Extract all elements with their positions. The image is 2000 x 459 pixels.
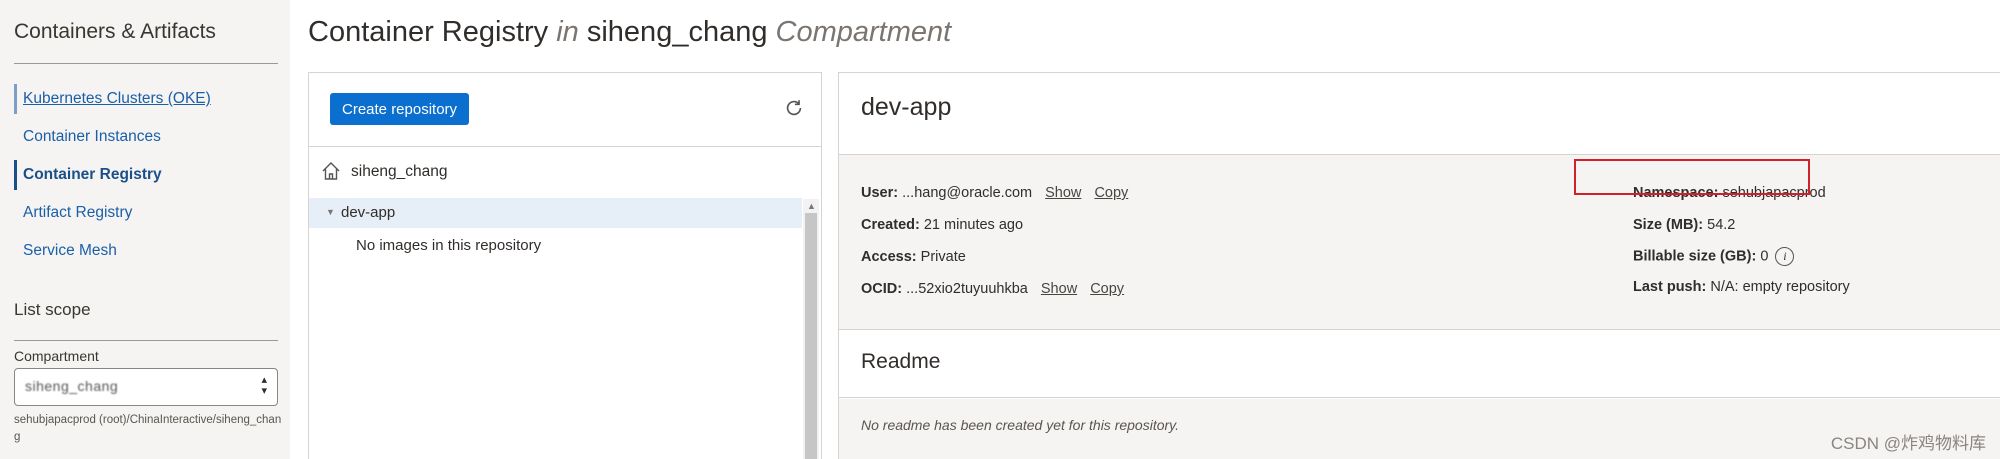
repository-info: User: ...hang@oracle.com Show Copy Creat…: [839, 155, 2000, 330]
tree-root-row[interactable]: siheng_chang: [309, 147, 821, 197]
readme-empty-message: No readme has been created yet for this …: [861, 417, 1180, 433]
tree-item-dev-app[interactable]: ▼ dev-app: [309, 198, 802, 228]
sidebar-item-artifact-registry[interactable]: Artifact Registry: [14, 194, 278, 232]
size-row: Size (MB): 54.2: [1633, 217, 1735, 233]
caret-down-icon[interactable]: ▼: [326, 207, 335, 217]
page-title-in: in: [556, 16, 579, 48]
user-row: User: ...hang@oracle.com Show Copy: [861, 185, 1128, 201]
readme-title: Readme: [861, 350, 941, 373]
compartment-path: sehubjapacprod (root)/ChinaInteractive/s…: [14, 414, 282, 443]
billable-label: Billable size (GB):: [1633, 248, 1757, 265]
scroll-up-icon[interactable]: ▲: [807, 201, 816, 211]
ocid-label: OCID:: [861, 281, 903, 297]
size-value: 54.2: [1707, 217, 1736, 233]
tree-toolbar: Create repository: [309, 73, 821, 147]
tree-scrollbar[interactable]: ▲: [803, 199, 819, 459]
user-show-link[interactable]: Show: [1045, 185, 1081, 201]
sidebar: Containers & Artifacts Kubernetes Cluste…: [0, 0, 290, 459]
list-scope-title: List scope: [14, 300, 91, 319]
created-label: Created:: [861, 217, 920, 233]
sidebar-nav: Kubernetes Clusters (OKE) Container Inst…: [14, 80, 278, 270]
page-title-suffix: Compartment: [775, 16, 952, 48]
page-title-main: Container Registry: [308, 16, 549, 48]
created-value: 21 minutes ago: [923, 217, 1024, 233]
namespace-highlight-box: [1574, 159, 1810, 195]
tree-item-label: dev-app: [341, 204, 396, 221]
last-push-row: Last push: N/A: empty repository: [1633, 279, 1850, 295]
divider: [14, 63, 278, 64]
ocid-value: ...52xio2tuyuuhkba: [906, 281, 1028, 297]
compartment-label: Compartment: [14, 348, 99, 364]
access-value: Private: [920, 249, 966, 265]
last-push-label: Last push:: [1633, 279, 1707, 295]
user-copy-link[interactable]: Copy: [1094, 185, 1128, 201]
sidebar-item-service-mesh[interactable]: Service Mesh: [14, 232, 278, 270]
compartment-value: siheng_chang: [25, 378, 119, 394]
last-push-value: N/A: empty repository: [1710, 279, 1850, 295]
size-label: Size (MB):: [1633, 217, 1704, 233]
billable-value: 0: [1760, 248, 1769, 265]
access-label: Access:: [861, 249, 917, 265]
repository-tree-panel: Create repository siheng_chang ▼ dev-app…: [308, 72, 822, 459]
detail-header: dev-app: [839, 73, 2000, 155]
scrollbar-thumb[interactable]: [805, 213, 817, 459]
compartment-select[interactable]: siheng_chang ▴ ▾: [14, 368, 278, 406]
user-value: ...hang@oracle.com: [902, 185, 1033, 201]
readme-header: Readme: [839, 330, 2000, 398]
refresh-icon[interactable]: [783, 97, 805, 119]
created-row: Created: 21 minutes ago: [861, 217, 1023, 233]
sidebar-item-container-registry[interactable]: Container Registry: [14, 156, 278, 194]
info-icon[interactable]: i: [1775, 247, 1795, 266]
empty-images-message: No images in this repository: [356, 237, 542, 254]
sidebar-item-container-instances[interactable]: Container Instances: [14, 118, 278, 156]
home-icon: [322, 162, 340, 180]
chevron-up-down-icon: ▴ ▾: [261, 374, 267, 397]
ocid-show-link[interactable]: Show: [1041, 281, 1077, 297]
sidebar-item-kubernetes-clusters[interactable]: Kubernetes Clusters (OKE): [14, 80, 278, 118]
ocid-row: OCID: ...52xio2tuyuuhkba Show Copy: [861, 281, 1124, 297]
watermark: CSDN @炸鸡物料库: [1830, 434, 1986, 453]
tree-root-label: siheng_chang: [351, 163, 448, 180]
sidebar-title: Containers & Artifacts: [14, 20, 216, 43]
repository-detail-panel: dev-app User: ...hang@oracle.com Show Co…: [838, 72, 2000, 459]
ocid-copy-link[interactable]: Copy: [1090, 281, 1124, 297]
repository-title: dev-app: [861, 93, 952, 121]
user-label: User:: [861, 185, 899, 201]
readme-body: No readme has been created yet for this …: [839, 399, 2000, 459]
create-repository-button[interactable]: Create repository: [330, 93, 470, 125]
page-title-compartment: siheng_chang: [586, 16, 768, 48]
page-title: Container Registry in siheng_chang Compa…: [308, 16, 951, 49]
access-row: Access: Private: [861, 249, 966, 265]
billable-row: Billable size (GB): 0 i: [1633, 247, 1795, 266]
divider: [14, 340, 278, 341]
